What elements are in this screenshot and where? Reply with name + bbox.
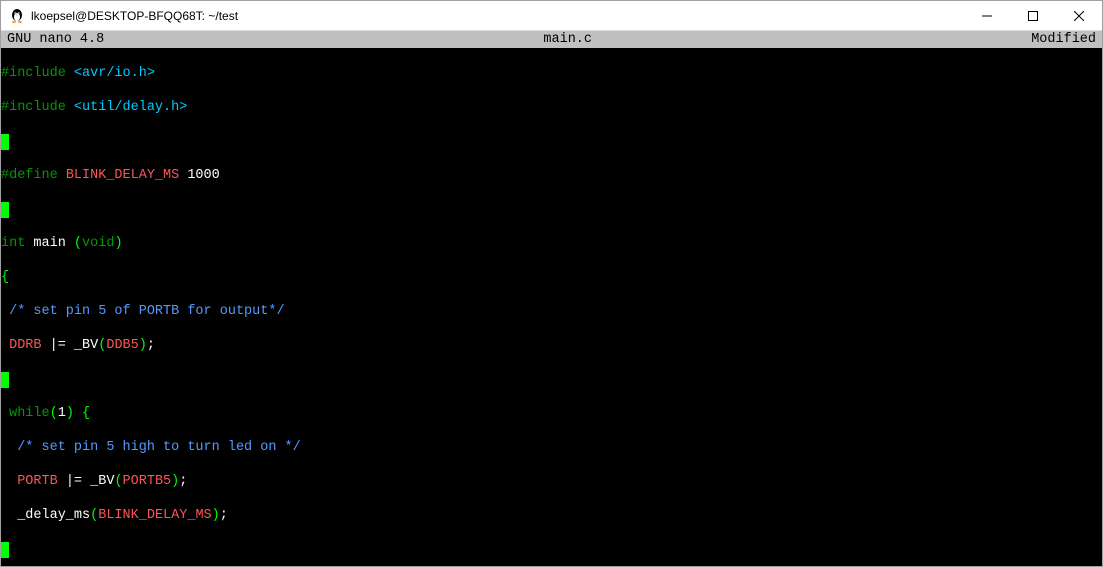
code-line — [1, 541, 1102, 558]
close-button[interactable] — [1056, 1, 1102, 30]
trailing-space — [1, 542, 9, 558]
code-line — [1, 201, 1102, 218]
cursor — [1, 134, 9, 150]
code-line: { — [1, 269, 1102, 286]
code-line: #define BLINK_DELAY_MS 1000 — [1, 167, 1102, 184]
nano-filename: main.c — [104, 31, 1031, 48]
editor-area[interactable]: #include <avr/io.h> #include <util/delay… — [1, 48, 1102, 566]
code-line — [1, 133, 1102, 150]
trailing-space — [1, 202, 9, 218]
code-line — [1, 371, 1102, 388]
terminal-window: lkoepsel@DESKTOP-BFQQ68T: ~/test GNU nan… — [0, 0, 1103, 567]
code-line: #include <util/delay.h> — [1, 99, 1102, 116]
minimize-button[interactable] — [964, 1, 1010, 30]
code-line: DDRB |= _BV(DDB5); — [1, 337, 1102, 354]
code-line: _delay_ms(BLINK_DELAY_MS); — [1, 507, 1102, 524]
code-line: int main (void) — [1, 235, 1102, 252]
code-line: /* set pin 5 of PORTB for output*/ — [1, 303, 1102, 320]
code-line: while(1) { — [1, 405, 1102, 422]
titlebar[interactable]: lkoepsel@DESKTOP-BFQQ68T: ~/test — [1, 1, 1102, 31]
terminal-area[interactable]: GNU nano 4.8 main.c Modified #include <a… — [1, 31, 1102, 566]
code-line: /* set pin 5 high to turn led on */ — [1, 439, 1102, 456]
nano-version: GNU nano 4.8 — [7, 31, 104, 48]
code-line: PORTB |= _BV(PORTB5); — [1, 473, 1102, 490]
maximize-button[interactable] — [1010, 1, 1056, 30]
window-title: lkoepsel@DESKTOP-BFQQ68T: ~/test — [31, 9, 964, 23]
window-controls — [964, 1, 1102, 30]
trailing-space — [1, 372, 9, 388]
app-icon — [9, 8, 25, 24]
nano-status: Modified — [1031, 31, 1096, 48]
code-line: #include <avr/io.h> — [1, 65, 1102, 82]
nano-header: GNU nano 4.8 main.c Modified — [1, 31, 1102, 48]
